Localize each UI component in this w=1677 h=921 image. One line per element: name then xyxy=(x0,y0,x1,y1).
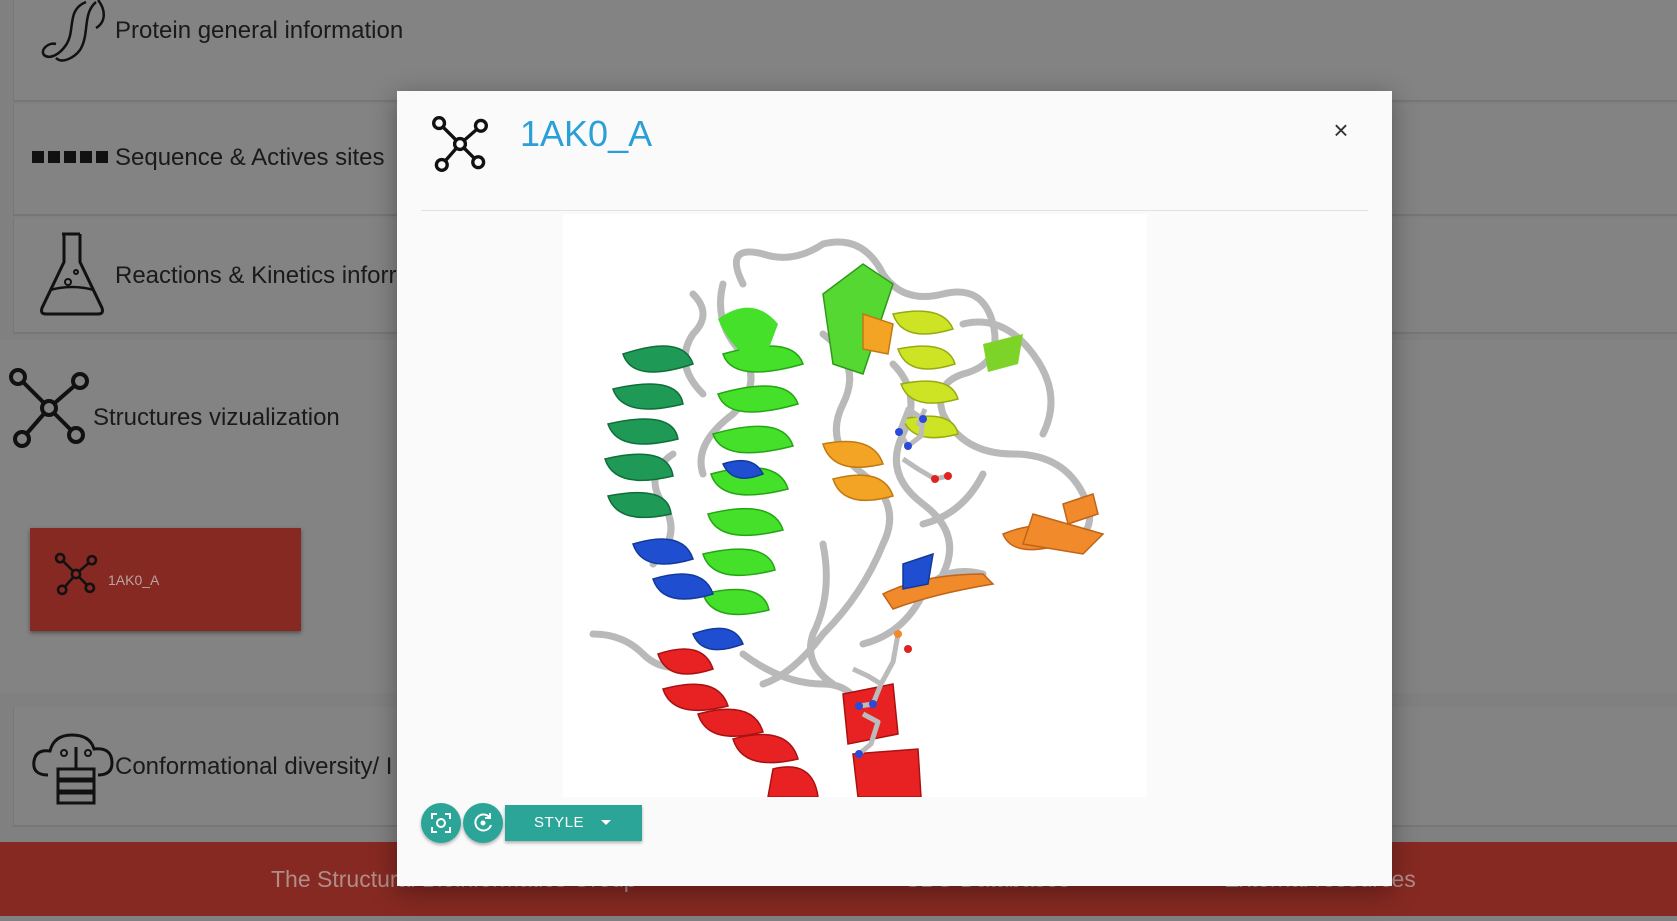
section-title: Structures vizualization xyxy=(93,404,340,431)
protein-3d-viewer[interactable] xyxy=(563,214,1147,797)
section-protein-general-info[interactable]: Protein general information xyxy=(13,0,1677,102)
sequence-blocks-icon xyxy=(32,151,108,163)
structure-modal: 1AK0_A × STYLE xyxy=(397,91,1392,886)
modal-title: 1AK0_A xyxy=(520,113,653,154)
style-dropdown-button[interactable]: STYLE xyxy=(505,805,642,841)
style-button-label: STYLE xyxy=(534,814,585,831)
close-icon[interactable]: × xyxy=(1326,115,1356,145)
section-title: Protein general information xyxy=(115,17,404,44)
molecule-icon xyxy=(54,552,98,596)
protein-icon xyxy=(41,0,105,62)
focus-center-icon xyxy=(431,813,451,833)
structure-tile-1ak0-a[interactable]: 1AK0_A xyxy=(30,528,301,631)
flask-icon xyxy=(40,232,104,316)
rotate-button[interactable] xyxy=(463,803,503,843)
caret-down-icon xyxy=(601,820,611,825)
modal-divider xyxy=(421,210,1368,211)
modal-header: 1AK0_A × xyxy=(397,91,1392,211)
section-title: Sequence & Actives sites xyxy=(115,144,385,171)
protein-structure-image xyxy=(589,238,1105,797)
structure-tile-label: 1AK0_A xyxy=(108,572,160,588)
molecule-icon xyxy=(432,116,488,172)
section-title: Conformational diversity/ I xyxy=(115,753,393,780)
molecule-icon xyxy=(9,368,89,448)
section-title: Reactions & Kinetics inforr xyxy=(115,262,397,289)
cloud-server-icon xyxy=(32,733,114,805)
center-view-button[interactable] xyxy=(421,803,461,843)
rotate-icon xyxy=(474,813,492,832)
